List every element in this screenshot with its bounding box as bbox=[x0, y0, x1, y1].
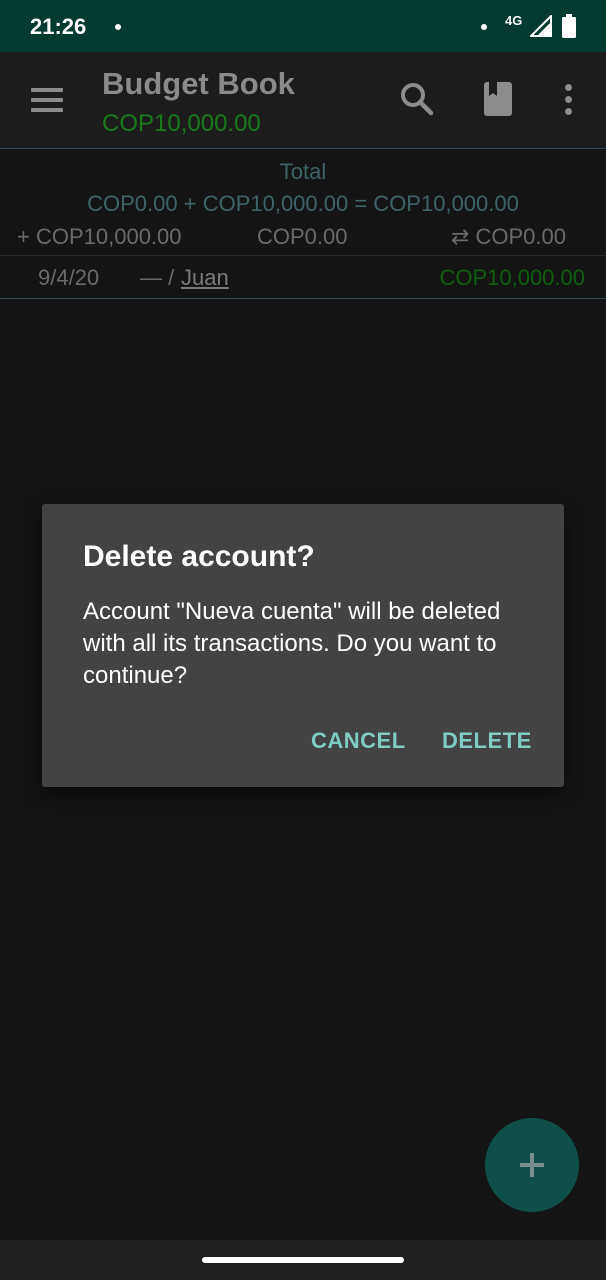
transaction-category: — / bbox=[140, 265, 175, 290]
totals-transfer: ⇄ COP0.00 bbox=[450, 224, 566, 249]
totals-label: Total bbox=[279, 159, 327, 184]
totals-equation: COP0.00 + COP10,000.00 = COP10,000.00 bbox=[87, 191, 519, 216]
transaction-date: 9/4/20 bbox=[38, 265, 100, 290]
notification-dot-icon bbox=[115, 24, 121, 30]
dialog-title: Delete account? bbox=[83, 540, 315, 573]
home-gesture-handle[interactable] bbox=[202, 1257, 404, 1263]
totals-income: + COP10,000.00 bbox=[17, 224, 182, 249]
status-time: 21:26 bbox=[30, 14, 87, 39]
search-icon[interactable] bbox=[400, 82, 434, 116]
dialog-message: Account "Nueva cuenta" will be deleted w… bbox=[83, 598, 501, 689]
network-type: 4G bbox=[505, 13, 523, 28]
delete-account-dialog: Delete account? Account "Nueva cuenta" w… bbox=[42, 504, 564, 787]
totals-panel: Total COP0.00 + COP10,000.00 = COP10,000… bbox=[0, 148, 606, 256]
totals-expense: COP0.00 bbox=[257, 224, 348, 249]
book-icon[interactable] bbox=[484, 82, 512, 116]
cancel-button[interactable]: CANCEL bbox=[311, 728, 406, 754]
more-vert-icon[interactable] bbox=[558, 84, 578, 116]
app-bar: Budget Book COP10,000.00 bbox=[0, 52, 606, 148]
app-title: Budget Book bbox=[102, 66, 295, 101]
plus-icon bbox=[520, 1153, 544, 1177]
add-transaction-button[interactable] bbox=[485, 1118, 579, 1212]
transaction-payee[interactable]: Juan bbox=[181, 265, 229, 291]
account-balance: COP10,000.00 bbox=[102, 110, 261, 137]
signal-icon bbox=[530, 15, 552, 37]
delete-button[interactable]: DELETE bbox=[442, 728, 532, 754]
menu-icon[interactable] bbox=[31, 88, 63, 112]
battery-icon bbox=[562, 14, 576, 38]
transaction-row[interactable]: 9/4/20 — / Juan COP10,000.00 bbox=[0, 255, 606, 299]
system-nav-bar bbox=[0, 1240, 606, 1280]
status-bar: 21:26 4G bbox=[0, 0, 606, 52]
notification-dot-icon bbox=[481, 24, 487, 30]
transaction-amount: COP10,000.00 bbox=[439, 265, 585, 290]
